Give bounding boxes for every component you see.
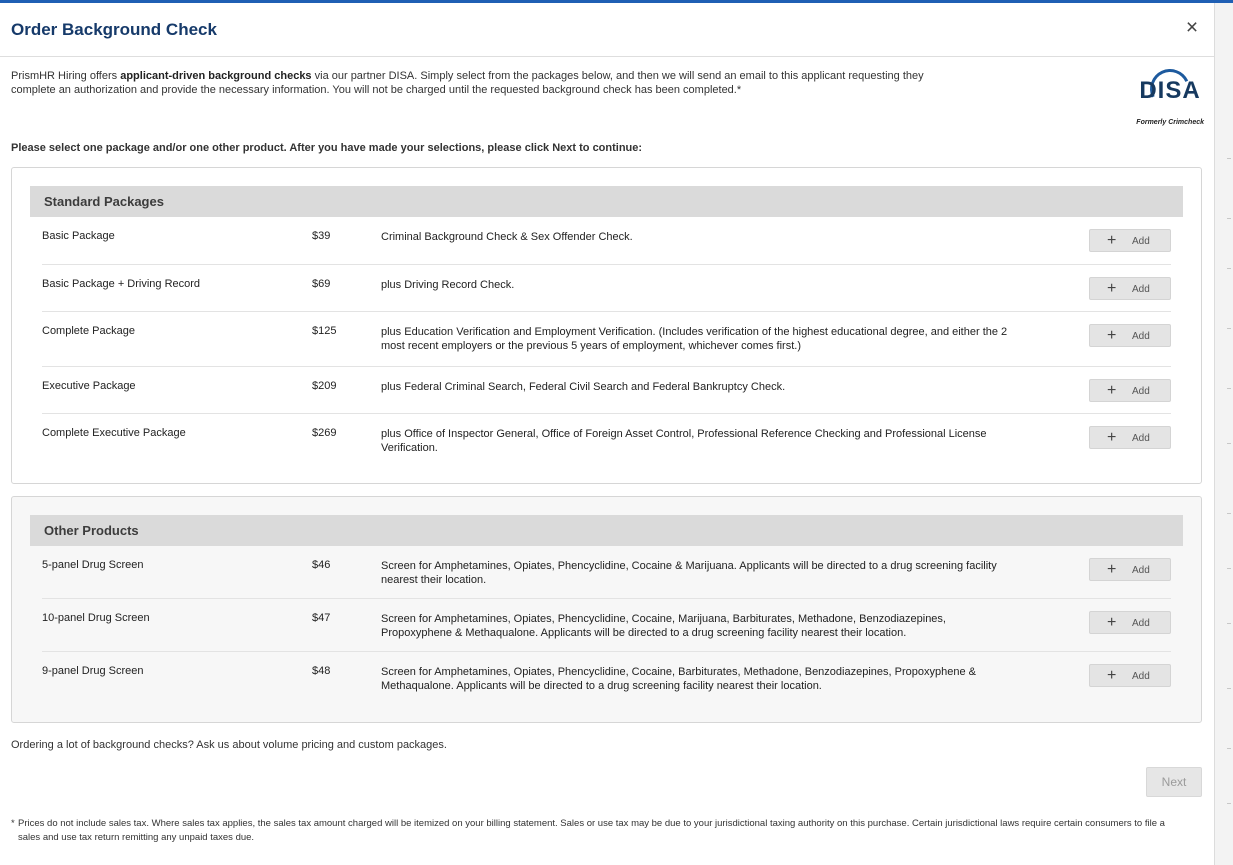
add-button-label: Add [1132,386,1150,397]
package-row: Basic Package $39 Criminal Background Ch… [42,217,1171,265]
volume-pricing-note: Ordering a lot of background checks? Ask… [11,739,447,751]
disa-logo-tagline: Formerly Crimcheck [1136,119,1204,126]
close-icon[interactable]: × [1181,17,1203,39]
add-button[interactable]: + Add [1089,379,1171,402]
intro-part1: PrismHR Hiring offers [11,70,121,82]
package-row: Complete Package $125 plus Education Ver… [42,312,1171,367]
package-name: Complete Package [42,325,135,337]
add-button-label: Add [1132,671,1150,682]
plus-icon: + [1107,561,1117,578]
product-name: 10-panel Drug Screen [42,612,150,624]
add-button-label: Add [1132,284,1150,295]
footnote-text: Prices do not include sales tax. Where s… [18,818,1165,843]
package-name: Executive Package [42,380,136,392]
product-row: 9-panel Drug Screen $48 Screen for Amphe… [42,652,1171,708]
section-header: Standard Packages [30,186,1183,217]
product-name: 5-panel Drug Screen [42,559,144,571]
edge-tick [1227,218,1231,219]
edge-tick [1227,443,1231,444]
product-row: 10-panel Drug Screen $47 Screen for Amph… [42,599,1171,652]
standard-packages-panel: Standard Packages Basic Package $39 Crim… [11,167,1202,484]
edge-tick [1227,388,1231,389]
edge-tick [1227,268,1231,269]
add-button[interactable]: + Add [1089,324,1171,347]
edge-tick [1227,568,1231,569]
section-title: Standard Packages [44,194,164,209]
plus-icon: + [1107,382,1117,399]
add-button-label: Add [1132,433,1150,444]
product-price: $47 [312,612,331,624]
disa-logo-wordmark: DISA [1139,77,1201,104]
plus-icon: + [1107,280,1117,297]
edge-tick [1227,328,1231,329]
product-description: Screen for Amphetamines, Opiates, Phency… [381,613,946,639]
intro-bold: applicant-driven background checks [120,70,312,82]
edge-tick [1227,623,1231,624]
add-button[interactable]: + Add [1089,664,1171,687]
background-scrollbar-edge [1214,3,1233,865]
package-description: plus Driving Record Check. [381,279,515,291]
modal-title: Order Background Check [11,20,217,39]
modal-header: Order Background Check × [0,3,1214,57]
product-row: 5-panel Drug Screen $46 Screen for Amphe… [42,546,1171,599]
edge-tick [1227,158,1231,159]
disa-logo: DISA Formerly Crimcheck [1136,63,1204,129]
product-description: Screen for Amphetamines, Opiates, Phency… [381,666,976,692]
next-button[interactable]: Next [1146,767,1202,797]
plus-icon: + [1107,429,1117,446]
package-description: Criminal Background Check & Sex Offender… [381,231,633,243]
selection-instruction: Please select one package and/or one oth… [11,142,643,154]
package-price: $269 [312,427,337,439]
add-button-label: Add [1132,236,1150,247]
package-price: $125 [312,325,337,337]
order-background-check-modal: Order Background Check × PrismHR Hiring … [0,3,1214,865]
tax-footnote: * Prices do not include sales tax. Where… [11,817,1186,845]
edge-tick [1227,513,1231,514]
plus-icon: + [1107,232,1117,249]
plus-icon: + [1107,667,1117,684]
add-button[interactable]: + Add [1089,229,1171,252]
section-title: Other Products [44,523,139,538]
add-button[interactable]: + Add [1089,611,1171,634]
package-price: $69 [312,278,331,290]
package-name: Complete Executive Package [42,427,186,439]
package-name: Basic Package [42,230,115,242]
package-row: Executive Package $209 plus Federal Crim… [42,367,1171,414]
add-button[interactable]: + Add [1089,277,1171,300]
package-price: $209 [312,380,337,392]
edge-tick [1227,803,1231,804]
product-description: Screen for Amphetamines, Opiates, Phency… [381,560,997,586]
product-name: 9-panel Drug Screen [42,665,144,677]
add-button[interactable]: + Add [1089,426,1171,449]
package-description: plus Federal Criminal Search, Federal Ci… [381,381,786,393]
package-row: Basic Package + Driving Record $69 plus … [42,265,1171,312]
package-row: Complete Executive Package $269 plus Off… [42,414,1171,470]
plus-icon: + [1107,614,1117,631]
package-name: Basic Package + Driving Record [42,278,201,290]
intro-text: PrismHR Hiring offers applicant-driven b… [11,69,971,97]
section-header: Other Products [30,515,1183,546]
package-description: plus Office of Inspector General, Office… [381,428,987,454]
product-price: $46 [312,559,331,571]
add-button-label: Add [1132,565,1150,576]
add-button[interactable]: + Add [1089,558,1171,581]
package-price: $39 [312,230,331,242]
plus-icon: + [1107,327,1117,344]
edge-tick [1227,748,1231,749]
other-products-panel: Other Products 5-panel Drug Screen $46 S… [11,496,1202,723]
product-price: $48 [312,665,331,677]
edge-tick [1227,688,1231,689]
add-button-label: Add [1132,618,1150,629]
footnote-asterisk: * [11,818,15,829]
add-button-label: Add [1132,331,1150,342]
package-description: plus Education Verification and Employme… [381,326,1008,352]
